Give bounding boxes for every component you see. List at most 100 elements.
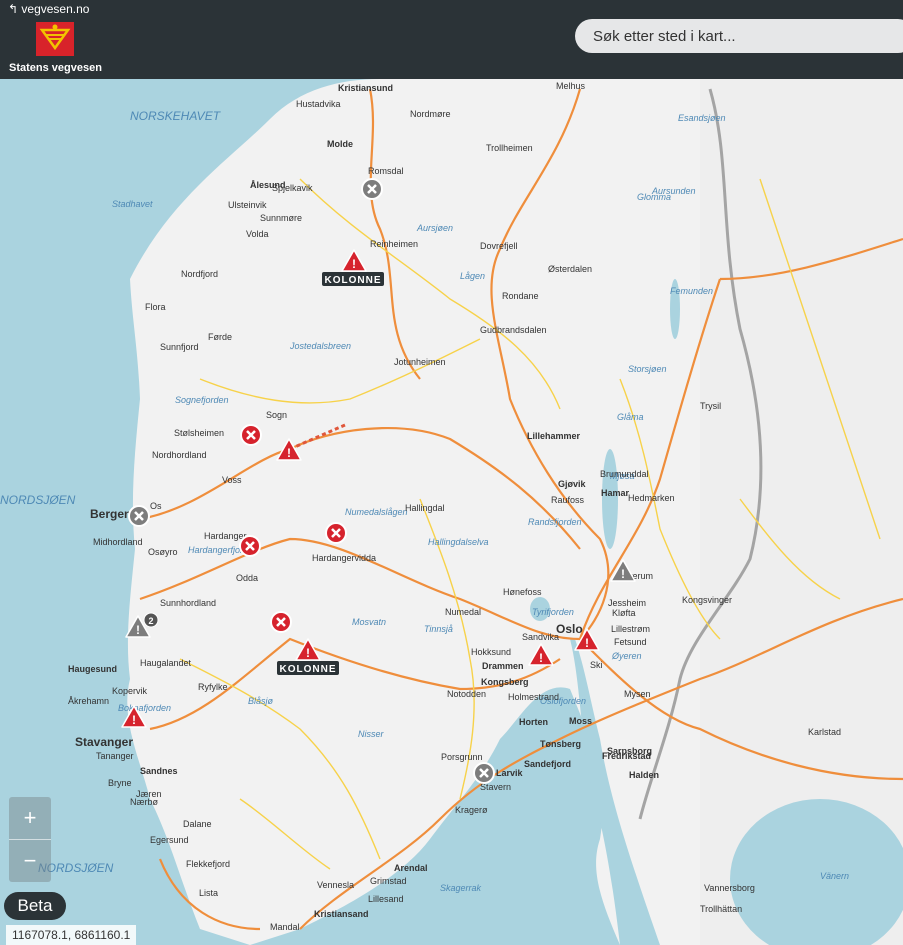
place-label: Hedmarken (628, 493, 675, 503)
place-label: Egersund (150, 835, 189, 845)
place-label: Jotunheimen (394, 357, 446, 367)
place-label: Haugesund (68, 664, 117, 674)
place-label: Trollhättan (700, 904, 742, 914)
closed-road-icon[interactable] (361, 178, 383, 200)
place-label: Grimstad (370, 876, 407, 886)
place-label: Vannersborg (704, 883, 755, 893)
place-label: Mandal (270, 922, 300, 932)
water-label: Boknafjorden (118, 703, 171, 713)
brand-name: Statens vegvesen (9, 62, 102, 74)
zoom-out-button[interactable]: − (9, 840, 51, 882)
place-label: Jessheim (608, 598, 646, 608)
place-label: Kongsberg (481, 677, 529, 687)
place-label: Horten (519, 717, 548, 727)
water-label: Lågen (460, 271, 485, 281)
zoom-in-button[interactable]: + (9, 797, 51, 840)
place-label: Østerdalen (548, 264, 592, 274)
search-input[interactable] (575, 19, 903, 53)
water-label: Numedalslågen (345, 507, 408, 517)
place-label: Volda (246, 229, 269, 239)
place-label: Førde (208, 332, 232, 342)
place-label: Arendal (394, 863, 428, 873)
map-canvas[interactable]: NORSKEHAVET NORDSJØEN NORDSJØEN Stadhave… (0, 79, 903, 945)
svg-text:!: ! (287, 446, 291, 460)
water-label: Blåsjø (248, 696, 274, 706)
place-label: Trysil (700, 401, 721, 411)
place-label: Rondane (502, 291, 539, 301)
place-label: Halden (629, 770, 659, 780)
lake-mjosa (602, 449, 618, 549)
place-label: Sogn (266, 410, 287, 420)
place-label: Molde (327, 139, 353, 149)
place-label: Tønsberg (540, 739, 581, 749)
place-label: Lillestrøm (611, 624, 650, 634)
cluster-count: 2 (148, 616, 153, 626)
place-label: Fredrikstad (602, 751, 651, 761)
place-label: Moss (569, 716, 592, 726)
place-label: Trollheimen (486, 143, 533, 153)
place-label: Mysen (624, 689, 651, 699)
place-label: Kristiansund (338, 83, 393, 93)
place-label: Lillesand (368, 894, 404, 904)
place-label: Oslo (556, 622, 583, 636)
place-label: Flora (145, 302, 166, 312)
water-label: Randsfjorden (528, 517, 582, 527)
closed-road-icon[interactable] (325, 522, 347, 544)
place-label: Tananger (96, 751, 134, 761)
water-label: Tyrifjorden (532, 607, 574, 617)
closed-road-icon[interactable] (473, 762, 495, 784)
place-label: Hardanger (204, 531, 247, 541)
closed-road-icon[interactable] (239, 535, 261, 557)
water-label: Storsjøen (628, 364, 667, 374)
kolonne-label: KOLONNE (325, 275, 382, 286)
place-label: Bergen (90, 507, 131, 521)
water-label: Hallingdalselva (428, 537, 489, 547)
svg-text:!: ! (132, 713, 136, 727)
kolonne-label: KOLONNE (280, 664, 337, 675)
place-label: Reinheimen (370, 239, 418, 249)
water-label: Stadhavet (112, 199, 153, 209)
closed-road-icon[interactable] (240, 424, 262, 446)
place-label: Melhus (556, 81, 586, 91)
place-label: Sandvika (522, 632, 559, 642)
water-label: NORDSJØEN (0, 493, 76, 507)
place-label: Kongsvinger (682, 595, 732, 605)
water-label: Øyeren (611, 651, 642, 661)
closed-road-icon[interactable] (270, 611, 292, 633)
place-label: Sandnes (140, 766, 178, 776)
place-label: Åkrehamn (68, 696, 109, 706)
place-label: Ryfylke (198, 682, 228, 692)
place-label: Dovrefjell (480, 241, 518, 251)
place-label: Kopervik (112, 686, 148, 696)
water-label: Aursunden (651, 186, 696, 196)
place-label: Bryne (108, 778, 132, 788)
place-label: Numedal (445, 607, 481, 617)
place-label: Ski (590, 660, 603, 670)
water-label: Glåma (617, 412, 644, 422)
place-label: Os (150, 501, 162, 511)
place-label: Stølsheimen (174, 428, 224, 438)
place-label: Hallingdal (405, 503, 445, 513)
water-label: Aursjøen (416, 223, 453, 233)
closed-road-icon[interactable] (128, 505, 150, 527)
place-label: Larvik (496, 768, 524, 778)
water-label: Skagerrak (440, 883, 482, 893)
water-label: Sognefjorden (175, 395, 229, 405)
place-label: Notodden (447, 689, 486, 699)
coordinate-readout: 1167078.1, 6861160.1 (6, 925, 137, 945)
kolonne-badge[interactable]: KOLONNE (322, 272, 384, 286)
place-label: Odda (236, 573, 258, 583)
svg-text:!: ! (306, 646, 310, 660)
place-label: Raufoss (551, 495, 585, 505)
water-label: Tinnsjå (424, 624, 453, 634)
place-label: Nordhordland (152, 450, 207, 460)
place-label: Lista (199, 888, 218, 898)
place-label: Voss (222, 475, 242, 485)
back-to-vegvesen-link[interactable]: ↰ vegvesen.no (8, 2, 89, 16)
place-label: Hamar (601, 488, 630, 498)
place-label: Nordfjord (181, 269, 218, 279)
water-label: NORSKEHAVET (130, 109, 222, 123)
header: ↰ vegvesen.no Statens vegvesen (0, 0, 903, 79)
beta-badge[interactable]: Beta (4, 892, 66, 920)
kolonne-badge[interactable]: KOLONNE (277, 661, 339, 675)
